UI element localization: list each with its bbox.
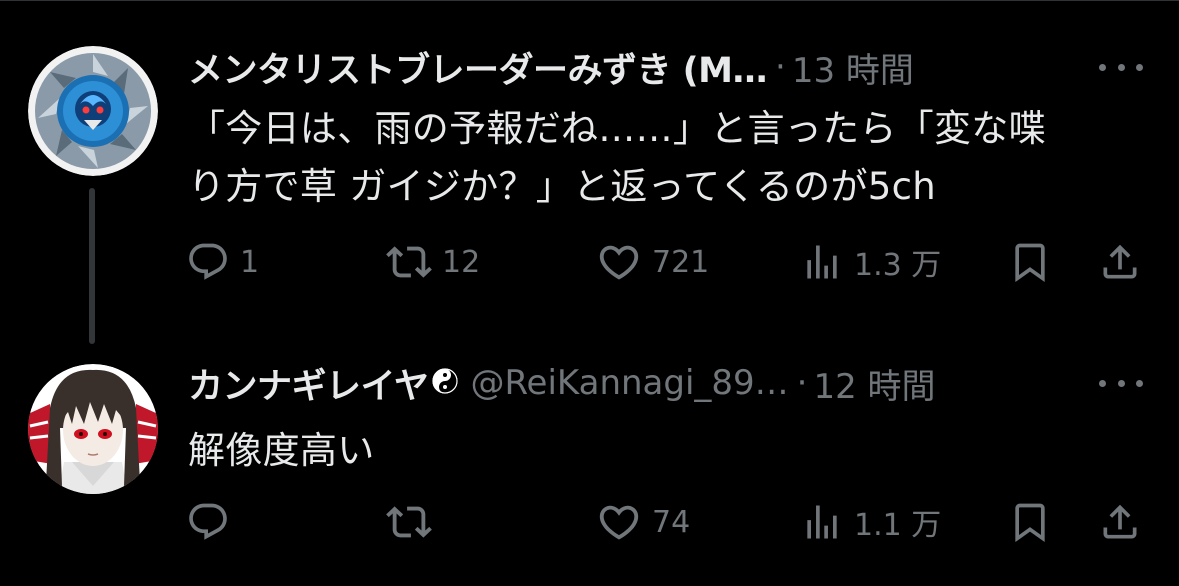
display-name[interactable]: メンタリストブレーダーみずき (M… <box>188 42 768 93</box>
post[interactable]: メンタリストブレーダーみずき (M… · 13 時間 「今日は、雨の予報だね……… <box>0 0 1179 344</box>
display-name[interactable]: カンナギレイヤ <box>188 358 429 409</box>
share-button[interactable] <box>1098 492 1142 552</box>
views-button[interactable]: 1.3 万 <box>800 232 941 292</box>
like-count: 721 <box>652 244 710 280</box>
views-count: 1.1 万 <box>854 508 942 543</box>
like-button[interactable]: 721 <box>596 232 709 292</box>
bookmark-icon <box>1015 243 1045 283</box>
post-text-line: 「今日は、雨の予報だね……」と言ったら「変な喋 <box>188 107 1046 150</box>
retweet-count: 12 <box>442 244 481 280</box>
more-icon[interactable] <box>1099 61 1143 73</box>
like-icon <box>599 505 639 540</box>
anime-character-avatar-icon <box>28 364 158 494</box>
post-text: 「今日は、雨の予報だね……」と言ったら「変な喋 り方で草 ガイジか？」と返ってく… <box>188 100 1149 216</box>
reply-icon <box>189 243 227 280</box>
reply-button[interactable]: 1 <box>186 232 259 292</box>
separator: · <box>775 47 786 87</box>
post-text: 解像度高い <box>188 422 1149 480</box>
separator: · <box>796 363 808 403</box>
yin-yang-icon <box>432 368 459 398</box>
share-button[interactable] <box>1098 232 1142 292</box>
like-button[interactable]: 74 <box>596 492 690 552</box>
views-count: 1.3 万 <box>854 248 942 283</box>
post-header: カンナギレイヤ @ReiKannagi_89… · 12 時間 <box>188 358 1143 409</box>
post[interactable]: カンナギレイヤ @ReiKannagi_89… · 12 時間 解像度高い 74… <box>0 330 1179 586</box>
bookmark-icon <box>1015 503 1045 543</box>
avatar[interactable] <box>28 46 158 176</box>
retweet-icon <box>386 246 432 278</box>
like-count: 74 <box>652 504 691 540</box>
bookmark-button[interactable] <box>1008 492 1052 552</box>
share-icon <box>1103 244 1137 279</box>
beyblade-avatar-icon <box>28 46 158 176</box>
reply-button[interactable] <box>186 492 240 552</box>
action-bar: 74 1.1 万 <box>0 492 1179 552</box>
action-bar: 1 12 721 1.3 万 <box>0 232 1179 292</box>
retweet-button[interactable]: 12 <box>386 232 480 292</box>
share-icon <box>1103 504 1137 539</box>
post-text-line: り方で草 ガイジか？」と返ってくるのが5ch <box>188 165 936 208</box>
views-button[interactable]: 1.1 万 <box>800 492 941 552</box>
post-text-line: 解像度高い <box>188 429 375 472</box>
post-header: メンタリストブレーダーみずき (M… · 13 時間 <box>188 42 1143 93</box>
like-icon <box>599 245 639 280</box>
retweet-icon <box>386 506 432 538</box>
views-icon <box>807 245 837 279</box>
timestamp[interactable]: 13 時間 <box>792 43 914 92</box>
retweet-button[interactable] <box>386 492 442 552</box>
views-icon <box>807 505 837 539</box>
reply-count: 1 <box>240 244 260 280</box>
more-icon[interactable] <box>1099 377 1143 389</box>
timestamp[interactable]: 12 時間 <box>813 359 935 408</box>
user-handle[interactable]: @ReiKannagi_89… <box>470 363 788 403</box>
avatar[interactable] <box>28 364 158 494</box>
reply-icon <box>189 503 227 540</box>
bookmark-button[interactable] <box>1008 232 1052 292</box>
